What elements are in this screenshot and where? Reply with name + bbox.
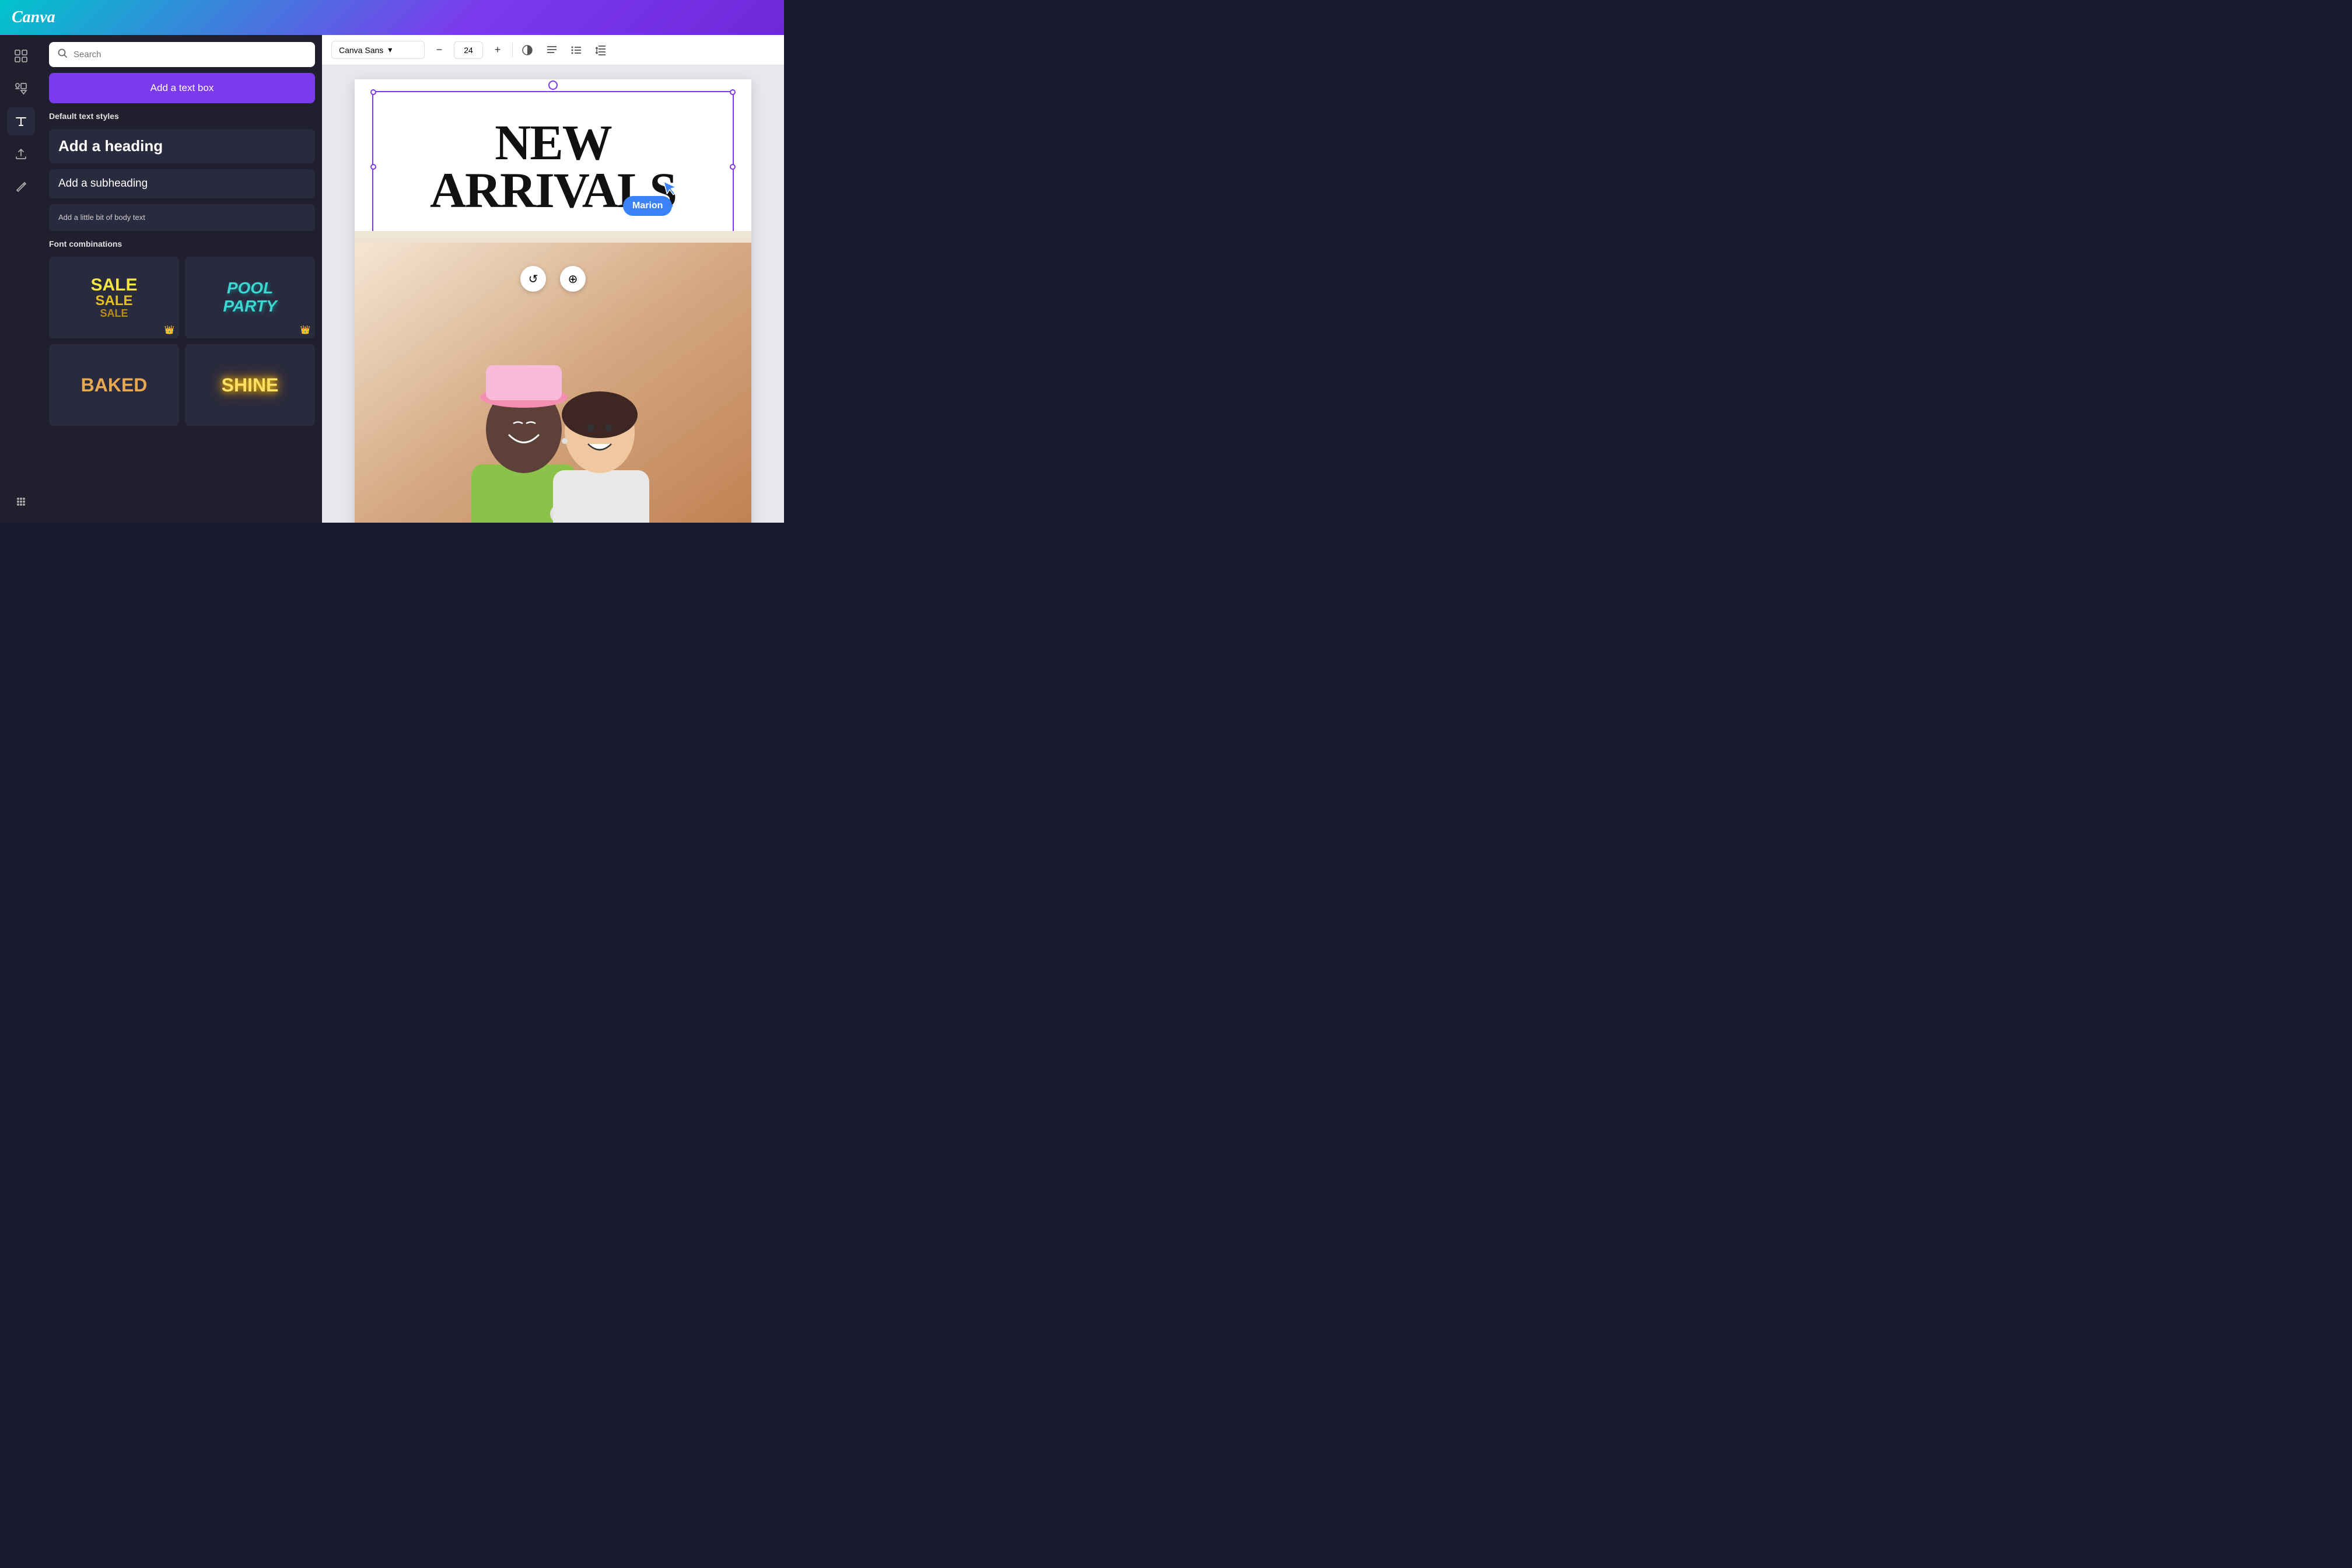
font-combo-grid: SALE SALE SALE 👑 POOL PARTY 👑 BAKED [49, 257, 315, 426]
floating-controls: ↺ ⊕ [520, 266, 586, 292]
resize-handle-tl[interactable] [370, 89, 376, 95]
format-toolbar: Canva Sans ▾ − + [322, 35, 784, 65]
font-combo-baked[interactable]: BAKED [49, 344, 179, 426]
font-size-input[interactable] [454, 41, 483, 59]
text-panel: Add a text box Default text styles Add a… [42, 35, 322, 523]
line-spacing-button[interactable] [591, 40, 611, 60]
canvas-area: Canva Sans ▾ − + [322, 35, 784, 523]
resize-handle-ml[interactable] [370, 164, 376, 170]
sidebar-item-apps[interactable] [7, 488, 35, 516]
add-text-box-button[interactable]: Add a text box [49, 73, 315, 103]
sidebar-item-upload[interactable] [7, 140, 35, 168]
canvas-page: NEW ARRIVALS [355, 79, 751, 523]
search-bar [49, 42, 315, 67]
sidebar-item-draw[interactable] [7, 173, 35, 201]
text-style-button[interactable] [517, 40, 537, 60]
decrease-font-size-button[interactable]: − [429, 40, 449, 60]
crown-icon: 👑 [164, 325, 174, 335]
toolbar-divider-1 [512, 43, 513, 57]
rotate-icon: ↺ [528, 272, 538, 286]
canva-logo: Canva [12, 8, 55, 27]
text-box-selected[interactable]: NEW ARRIVALS [372, 91, 734, 243]
chevron-down-icon: ▾ [388, 45, 392, 55]
move-button[interactable]: ⊕ [560, 266, 586, 292]
font-combo-shine[interactable]: SHINE [185, 344, 315, 426]
crown-icon-2: 👑 [300, 325, 310, 335]
search-icon [57, 48, 68, 61]
increase-font-size-button[interactable]: + [488, 40, 508, 60]
add-body-item[interactable]: Add a little bit of body text [49, 204, 315, 231]
icon-bar [0, 35, 42, 523]
sidebar-item-grid[interactable] [7, 42, 35, 70]
sidebar-item-elements[interactable] [7, 75, 35, 103]
align-text-button[interactable] [542, 40, 562, 60]
font-combo-sale[interactable]: SALE SALE SALE 👑 [49, 257, 179, 338]
rotate-button[interactable]: ↺ [520, 266, 546, 292]
font-combinations-label: Font combinations [49, 237, 315, 251]
sidebar-item-text[interactable] [7, 107, 35, 135]
resize-handle-tr[interactable] [730, 89, 736, 95]
font-combo-pool-party[interactable]: POOL PARTY 👑 [185, 257, 315, 338]
list-button[interactable] [566, 40, 586, 60]
app-header: Canva [0, 0, 784, 35]
resize-handle-mr[interactable] [730, 164, 736, 170]
font-selector[interactable]: Canva Sans ▾ [331, 41, 425, 59]
main-area: Add a text box Default text styles Add a… [0, 35, 784, 523]
move-icon: ⊕ [568, 272, 578, 286]
default-styles-label: Default text styles [49, 109, 315, 123]
add-heading-item[interactable]: Add a heading [49, 129, 315, 163]
search-input[interactable] [74, 50, 307, 60]
photo-area: ↺ ⊕ [355, 231, 751, 523]
rotation-handle[interactable] [548, 80, 558, 90]
canvas-content: NEW ARRIVALS [322, 65, 784, 523]
font-name-label: Canva Sans [339, 46, 383, 55]
new-arrivals-heading: NEW ARRIVALS [430, 119, 676, 214]
add-subheading-item[interactable]: Add a subheading [49, 169, 315, 198]
